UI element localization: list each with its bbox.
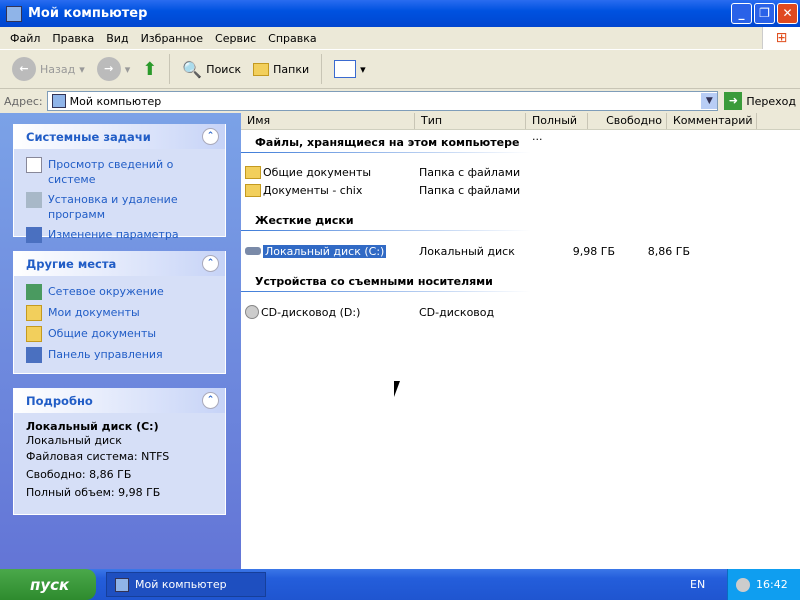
window-title: Мой компьютер — [28, 6, 148, 21]
close-button[interactable]: ✕ — [777, 3, 798, 24]
my-computer-icon — [115, 577, 129, 592]
menu-favorites[interactable]: Избранное — [135, 32, 209, 45]
list-item[interactable]: CD-дисковод (D:) CD-дисковод — [245, 304, 543, 320]
go-button[interactable]: ➜ Переход — [724, 92, 796, 110]
language-indicator[interactable]: EN — [690, 578, 705, 591]
system-tray: 16:42 — [727, 569, 800, 600]
menu-help[interactable]: Справка — [262, 32, 322, 45]
title-bar: Мой компьютер _ ❐ ✕ — [0, 0, 800, 27]
folders-icon — [253, 62, 270, 76]
menu-file[interactable]: Файл — [4, 32, 46, 45]
details-panel: Подробно ⌃ Локальный диск (C:) Локальный … — [13, 388, 226, 515]
my-documents-icon — [26, 305, 42, 321]
toolbar: ← Назад ▾ → ▾ ⬆ 🔍 Поиск Папки ▾ — [0, 49, 800, 89]
add-remove-programs-link[interactable]: Установка и удаление программ — [26, 192, 215, 222]
go-arrow-icon: ➜ — [724, 92, 743, 110]
tray-icon[interactable] — [736, 577, 750, 592]
collapse-chevron-icon[interactable]: ⌃ — [202, 255, 219, 272]
search-icon: 🔍 — [182, 59, 203, 79]
view-system-info-link[interactable]: Просмотр сведений о системе — [26, 157, 215, 187]
collapse-chevron-icon[interactable]: ⌃ — [202, 128, 219, 145]
start-button[interactable]: пуск — [0, 569, 96, 600]
my-computer-icon — [6, 5, 22, 22]
group-header: Устройства со съемными носителями — [255, 275, 493, 288]
task-pane: Системные задачи ⌃ Просмотр сведений о си… — [0, 113, 241, 569]
my-computer-icon — [51, 94, 66, 108]
system-tasks-panel: Системные задачи ⌃ Просмотр сведений о си… — [13, 124, 226, 243]
column-headers: Имя Тип Полный ... Свободно Комментарий — [241, 113, 800, 143]
menu-view[interactable]: Вид — [100, 32, 134, 45]
windows-logo-icon: ⊞ — [762, 27, 800, 49]
forward-arrow-icon: → — [96, 57, 121, 81]
address-input[interactable]: Мой компьютер ▼ — [46, 91, 719, 111]
menu-tools[interactable]: Сервис — [209, 32, 262, 45]
up-button[interactable]: ⬆ — [138, 57, 161, 82]
collapse-chevron-icon[interactable]: ⌃ — [202, 392, 219, 409]
menu-bar: Файл Правка Вид Избранное Сервис Справка — [0, 27, 800, 49]
control-panel-link[interactable]: Панель управления — [26, 347, 215, 363]
column-comment[interactable]: Комментарий — [667, 113, 757, 129]
change-setting-link[interactable]: Изменение параметра — [26, 227, 215, 243]
address-dropdown-button[interactable]: ▼ — [701, 93, 718, 109]
folder-icon — [26, 326, 42, 342]
menu-edit[interactable]: Правка — [46, 32, 100, 45]
other-places-panel: Другие места ⌃ Сетевое окружение Мои доку… — [13, 251, 226, 374]
folder-up-icon: ⬆ — [142, 58, 158, 80]
column-type[interactable]: Тип — [415, 113, 526, 129]
taskbar: пуск Мой компьютер EN 16:42 — [0, 569, 800, 600]
list-item[interactable]: Локальный диск (C:) Локальный диск 9,98 ГБ… — [245, 243, 690, 259]
network-icon — [26, 284, 42, 300]
system-info-icon — [26, 157, 42, 173]
hard-drive-icon — [245, 247, 261, 255]
file-list: Имя Тип Полный ... Свободно Комментарий … — [241, 113, 800, 569]
clock: 16:42 — [756, 578, 788, 591]
minimize-button[interactable]: _ — [731, 3, 752, 24]
address-bar: Адрес: Мой компьютер ▼ ➜ Переход — [0, 89, 800, 113]
folders-button[interactable]: Папки — [249, 61, 313, 78]
maximize-button[interactable]: ❐ — [754, 3, 775, 24]
shared-documents-link[interactable]: Общие документы — [26, 326, 215, 342]
mouse-cursor-icon — [394, 381, 400, 397]
search-button[interactable]: 🔍 Поиск — [178, 58, 245, 81]
back-arrow-icon: ← — [12, 57, 36, 81]
network-places-link[interactable]: Сетевое окружение — [26, 284, 215, 300]
back-button[interactable]: ← Назад ▾ — [8, 55, 89, 83]
views-icon — [334, 60, 357, 78]
cd-drive-icon — [245, 305, 259, 319]
control-panel-icon — [26, 347, 42, 363]
add-remove-icon — [26, 192, 42, 208]
column-total-size[interactable]: Полный ... — [526, 113, 588, 143]
views-button[interactable]: ▾ — [330, 58, 370, 80]
folder-icon — [245, 165, 261, 179]
taskbar-button-my-computer[interactable]: Мой компьютер — [106, 572, 266, 597]
control-panel-icon — [26, 227, 42, 243]
column-name[interactable]: Имя — [241, 113, 415, 129]
group-header: Файлы, хранящиеся на этом компьютере — [255, 136, 520, 149]
column-free[interactable]: Свободно — [588, 113, 667, 129]
my-documents-link[interactable]: Мои документы — [26, 305, 215, 321]
forward-button[interactable]: → ▾ — [93, 55, 135, 83]
folder-icon — [245, 183, 261, 197]
list-item[interactable]: Общие документы Папка с файлами — [245, 164, 543, 180]
list-item[interactable]: Документы - chix Папка с файлами — [245, 182, 543, 198]
group-header: Жесткие диски — [255, 214, 354, 227]
